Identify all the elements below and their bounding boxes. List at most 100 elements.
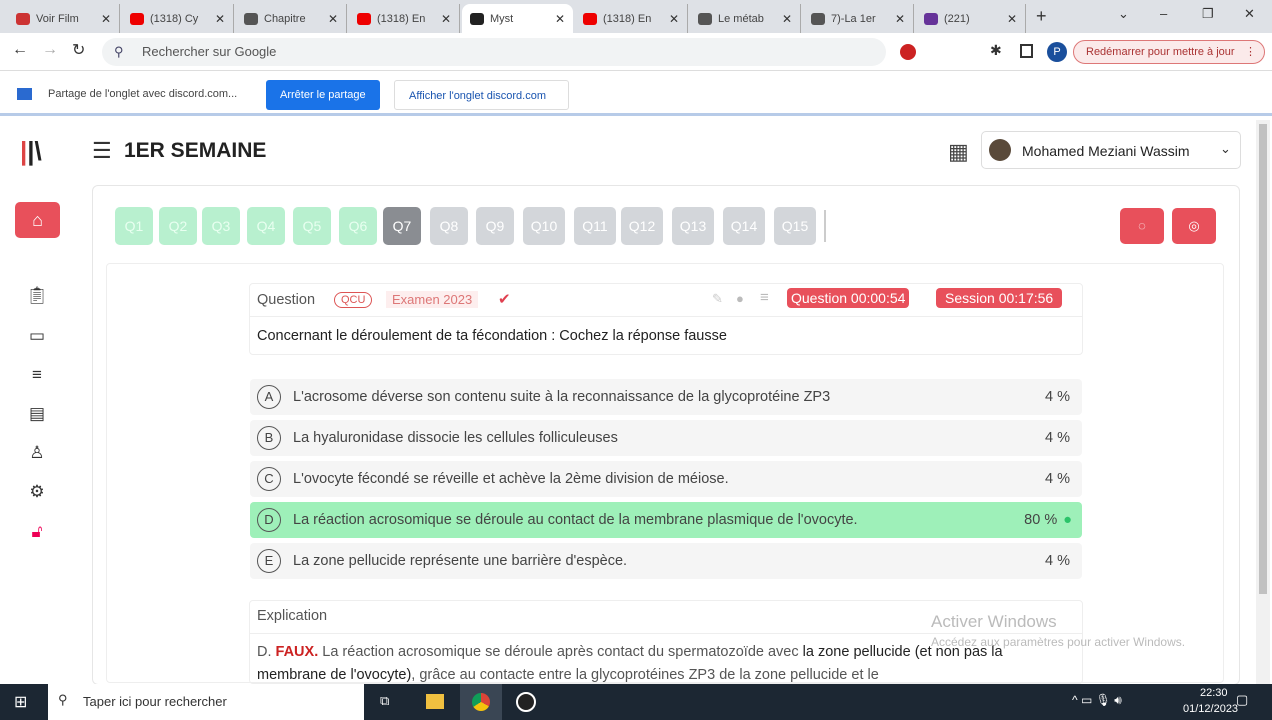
address-bar[interactable]: ⚲ Rechercher sur Google — [102, 38, 886, 66]
show-tab-button[interactable]: Afficher l'onglet discord.com — [394, 80, 569, 110]
option-letter: C — [257, 467, 281, 491]
browser-tab[interactable]: (1318) En ✕ — [575, 4, 688, 33]
user-menu[interactable]: Mohamed Meziani Wassim ⌄ — [981, 131, 1241, 169]
question-nav-q9[interactable]: Q9 — [476, 207, 514, 245]
browser-tab[interactable]: Chapitre ✕ — [236, 4, 347, 33]
ticket-icon[interactable]: ▤ — [26, 404, 48, 426]
question-nav-q1[interactable]: Q1 — [115, 207, 153, 245]
stop-sharing-button[interactable]: Arrêter le partage — [266, 80, 380, 110]
browser-tab[interactable]: (1318) En ✕ — [349, 4, 460, 33]
restore-button[interactable]: ❐ — [1202, 6, 1214, 22]
new-tab-button[interactable]: + — [1036, 6, 1047, 27]
question-nav-q14[interactable]: Q14 — [723, 207, 765, 245]
extensions-icon[interactable]: ✱ — [990, 42, 1002, 59]
answer-option-e[interactable]: E La zone pellucide représente une barriè… — [250, 543, 1082, 579]
question-nav-q4[interactable]: Q4 — [247, 207, 285, 245]
page-title: 1ER SEMAINE — [124, 139, 267, 162]
lock-icon[interactable]: 🔓︎ — [26, 522, 48, 544]
address-placeholder: Rechercher sur Google — [142, 44, 277, 59]
question-nav-q12[interactable]: Q12 — [621, 207, 663, 245]
pause-button[interactable]: ◌ — [1120, 208, 1164, 244]
system-tray-icons[interactable]: ^ ▭ 🎙︎ 🔊︎ — [1072, 693, 1122, 708]
avatar — [989, 139, 1011, 161]
activation-watermark-sub: Accédez aux paramètres pour activer Wind… — [931, 635, 1186, 649]
archive-icon[interactable]: ▭ — [26, 326, 48, 348]
question-nav-q5[interactable]: Q5 — [293, 207, 331, 245]
question-nav-q3[interactable]: Q3 — [202, 207, 240, 245]
tab-label: Chapitre — [264, 12, 306, 25]
restart-button[interactable]: Redémarrer pour mettre à jour ⋮ — [1073, 40, 1265, 64]
home-button[interactable]: ⌂ — [15, 202, 60, 238]
close-tab-icon[interactable]: ✕ — [441, 12, 451, 26]
question-nav-q13[interactable]: Q13 — [672, 207, 714, 245]
back-icon[interactable]: ← — [12, 41, 28, 59]
logo: ||\ — [20, 136, 42, 166]
answer-option-c[interactable]: C L'ovocyte fécondé se réveille et achève… — [250, 461, 1082, 497]
close-tab-icon[interactable]: ✕ — [215, 12, 225, 26]
question-nav-q7[interactable]: Q7 — [383, 207, 421, 245]
question-nav-q2[interactable]: Q2 — [159, 207, 197, 245]
close-tab-icon[interactable]: ✕ — [895, 12, 905, 26]
explanation-title: Explication — [257, 608, 328, 624]
close-window-button[interactable]: ✕ — [1244, 6, 1255, 22]
clipboard-icon[interactable]: 📋︎ — [26, 286, 48, 308]
option-percent: 80 % — [1024, 512, 1058, 528]
sidepanel-icon[interactable] — [1020, 44, 1033, 58]
clock-time[interactable]: 22:30 — [1200, 687, 1228, 699]
menu-icon[interactable]: ☰ — [92, 138, 112, 164]
question-timer: Question 00:00:54 — [787, 288, 910, 308]
favicon-icon — [924, 12, 938, 25]
share-icon — [17, 88, 32, 100]
tab-label: Myst — [490, 12, 514, 25]
close-tab-icon[interactable]: ✕ — [101, 12, 111, 26]
close-tab-icon[interactable]: ✕ — [555, 12, 565, 26]
chrome-taskbar-button[interactable] — [460, 684, 502, 720]
browser-tab[interactable]: (221) ✕ — [916, 4, 1026, 33]
question-nav-q6[interactable]: Q6 — [339, 207, 377, 245]
answer-option-d[interactable]: D La réaction acrosomique se déroule au c… — [250, 502, 1082, 538]
obs-icon[interactable] — [516, 692, 536, 712]
answer-option-b[interactable]: B La hyaluronidase dissocie les cellules … — [250, 420, 1082, 456]
edit-icon[interactable]: ✎ — [712, 291, 723, 307]
profile-avatar[interactable]: P — [1047, 42, 1067, 62]
tab-search-button[interactable]: ⌄ — [1118, 6, 1129, 22]
question-nav-q8[interactable]: Q8 — [430, 207, 468, 245]
answer-option-a[interactable]: A L'acrosome déverse son contenu suite à … — [250, 379, 1082, 415]
apps-grid-icon[interactable]: ▦ — [948, 139, 969, 165]
info-icon[interactable]: ● — [736, 291, 744, 306]
browser-tab[interactable]: (1318) Cy ✕ — [122, 4, 234, 33]
scrollbar[interactable] — [1256, 120, 1270, 684]
file-explorer-icon[interactable] — [426, 694, 444, 709]
question-nav-q10[interactable]: Q10 — [523, 207, 565, 245]
clock-date[interactable]: 01/12/2023 — [1183, 703, 1238, 715]
browser-tab[interactable]: Le métab ✕ — [690, 4, 801, 33]
question-nav-q15[interactable]: Q15 — [774, 207, 816, 245]
playlist-icon[interactable]: ≡ — [26, 365, 48, 387]
tab-label: (1318) Cy — [150, 12, 199, 25]
close-tab-icon[interactable]: ✕ — [1007, 12, 1017, 26]
close-tab-icon[interactable]: ✕ — [782, 12, 792, 26]
notifications-icon[interactable]: ▢ — [1236, 692, 1248, 708]
tab-label: (1318) En — [603, 12, 652, 25]
stop-button[interactable]: ◎ — [1172, 208, 1216, 244]
browser-tab[interactable]: Voir Film ✕ — [8, 4, 120, 33]
reload-icon[interactable]: ↻ — [72, 40, 85, 60]
search-icon: ⚲ — [58, 692, 68, 707]
user-icon[interactable]: ♙ — [26, 443, 48, 465]
windows-start-icon[interactable]: ⊞ — [14, 692, 27, 712]
settings-icon[interactable]: ⚙ — [26, 482, 48, 504]
close-tab-icon[interactable]: ✕ — [669, 12, 679, 26]
browser-tab[interactable]: Myst ✕ — [462, 4, 573, 33]
question-nav-q11[interactable]: Q11 — [574, 207, 616, 245]
close-tab-icon[interactable]: ✕ — [328, 12, 338, 26]
task-view-icon[interactable]: ⧉ — [380, 693, 389, 709]
adblock-icon[interactable] — [900, 44, 916, 60]
divider — [824, 210, 826, 242]
minimize-button[interactable]: – — [1160, 6, 1167, 21]
forward-icon[interactable]: → — [42, 41, 58, 59]
taskbar-search[interactable]: ⚲ Taper ici pour rechercher — [48, 684, 364, 720]
favicon-icon — [357, 12, 371, 25]
browser-tab[interactable]: 7)-La 1er ✕ — [803, 4, 914, 33]
user-name: Mohamed Meziani Wassim — [1022, 143, 1190, 159]
playlist-add-icon[interactable]: ≡ — [760, 289, 769, 306]
